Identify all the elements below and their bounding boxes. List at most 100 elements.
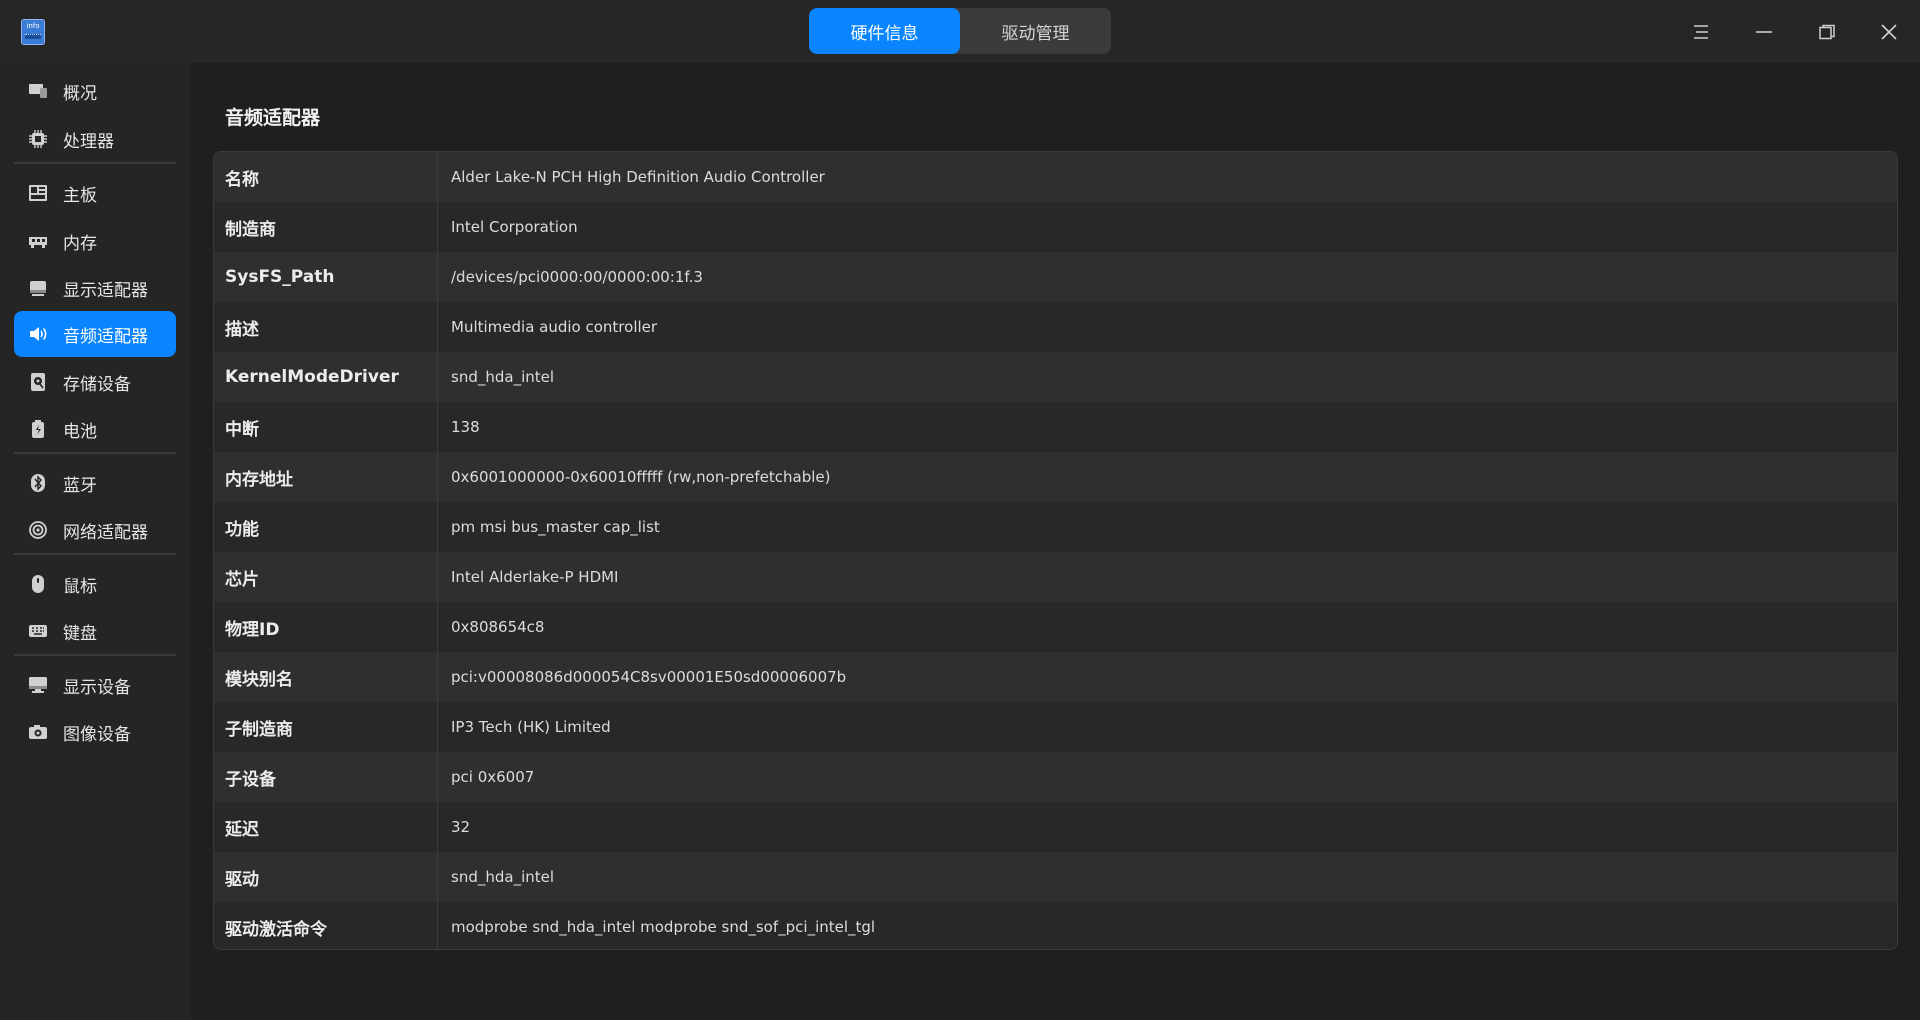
row-value: pm msi bus_master cap_list	[451, 518, 660, 536]
row-key: SysFS_Path	[214, 252, 438, 302]
device-manager-window: info 硬件信息 驱动管理 概况 处理器 主板 内存 显示适配器 音频适配器 …	[0, 0, 1920, 1020]
sidebar-item-storage[interactable]: 存储设备	[14, 359, 176, 405]
row-value: 0x6001000000-0x60010fffff (rw,non-prefet…	[451, 468, 831, 486]
minimize-icon[interactable]	[1748, 16, 1780, 48]
mouse-icon	[28, 574, 48, 594]
sidebar-item-label: 音频适配器	[63, 326, 148, 347]
row-key: 内存地址	[214, 452, 438, 502]
row-value: 0x808654c8	[451, 618, 545, 636]
sidebar-item-monitor[interactable]: 显示设备	[14, 662, 176, 708]
sidebar-item-label: 显示设备	[63, 677, 131, 698]
row-key: 延迟	[214, 802, 438, 852]
table-row: 驱动 snd_hda_intel	[214, 852, 1897, 902]
row-key: 子设备	[214, 752, 438, 802]
row-value: pci 0x6007	[451, 768, 535, 786]
sidebar-divider	[14, 162, 176, 164]
restore-icon[interactable]	[1811, 16, 1843, 48]
sidebar-divider	[14, 452, 176, 454]
keyboard-icon	[28, 621, 48, 641]
row-key: KernelModeDriver	[214, 352, 438, 402]
sidebar-item-camera[interactable]: 图像设备	[14, 709, 176, 755]
sidebar-divider	[14, 553, 176, 555]
row-key: 中断	[214, 402, 438, 452]
sidebar-item-label: 概况	[63, 83, 97, 104]
menu-icon[interactable]	[1685, 16, 1717, 48]
table-row: 驱动激活命令 modprobe snd_hda_intel modprobe sn…	[214, 902, 1897, 949]
table-row: 制造商 Intel Corporation	[214, 202, 1897, 252]
row-value: pci:v00008086d000054C8sv00001E50sd000060…	[451, 668, 847, 686]
row-value: Alder Lake-N PCH High Definition Audio C…	[451, 168, 825, 186]
row-value: snd_hda_intel	[451, 868, 555, 886]
sidebar-item-bluetooth[interactable]: 蓝牙	[14, 460, 176, 506]
row-value: Intel Alderlake-P HDMI	[451, 568, 619, 586]
row-key: 子制造商	[214, 702, 438, 752]
row-value: Intel Corporation	[451, 218, 578, 236]
camera-icon	[28, 722, 48, 742]
row-key: 芯片	[214, 552, 438, 602]
title-bar: info 硬件信息 驱动管理	[0, 0, 1920, 63]
table-row: 名称 Alder Lake-N PCH High Definition Audio…	[214, 152, 1897, 202]
table-row: 物理ID 0x808654c8	[214, 602, 1897, 652]
table-row: 功能 pm msi bus_master cap_list	[214, 502, 1897, 552]
row-key: 驱动	[214, 852, 438, 902]
sidebar-item-battery[interactable]: 电池	[14, 406, 176, 452]
sidebar-item-network[interactable]: 网络适配器	[14, 507, 176, 553]
sidebar-divider	[14, 654, 176, 656]
sidebar-item-memory[interactable]: 内存	[14, 218, 176, 264]
sidebar-item-label: 主板	[63, 185, 97, 206]
sidebar-item-overview[interactable]: 概况	[14, 68, 176, 114]
sidebar-item-display-adapter[interactable]: 显示适配器	[14, 265, 176, 311]
table-row: 延迟 32	[214, 802, 1897, 852]
cpu-icon	[28, 129, 48, 149]
table-row: SysFS_Path/devices/pci0000:00/0000:00:1f…	[214, 252, 1897, 302]
table-row: 内存地址 0x6001000000-0x60010fffff (rw,non-pr…	[214, 452, 1897, 502]
row-key: 功能	[214, 502, 438, 552]
table-row: 中断 138	[214, 402, 1897, 452]
row-value: /devices/pci0000:00/0000:00:1f.3	[451, 268, 703, 286]
row-value: IP3 Tech (HK) Limited	[451, 718, 611, 736]
sidebar-item-cpu[interactable]: 处理器	[14, 116, 176, 162]
table-row: 描述 Multimedia audio controller	[214, 302, 1897, 352]
app-icon-label: info	[26, 22, 40, 30]
row-value: 138	[451, 418, 480, 436]
sidebar-item-label: 显示适配器	[63, 280, 148, 301]
row-key: 模块别名	[214, 652, 438, 702]
monitor-icon	[28, 675, 48, 695]
row-value: 32	[451, 818, 471, 836]
sidebar-item-label: 处理器	[63, 131, 114, 152]
row-key: 描述	[214, 302, 438, 352]
sidebar-item-label: 网络适配器	[63, 522, 148, 543]
sidebar-item-label: 鼠标	[63, 576, 97, 597]
table-row: 模块别名 pci:v00008086d000054C8sv00001E50sd00…	[214, 652, 1897, 702]
network-icon	[28, 520, 48, 540]
row-value: snd_hda_intel	[451, 368, 555, 386]
table-row: 子制造商 IP3 Tech (HK) Limited	[214, 702, 1897, 752]
main-content: 音频适配器 名称 Alder Lake-N PCH High Definition…	[191, 63, 1920, 1020]
sidebar-item-motherboard[interactable]: 主板	[14, 170, 176, 216]
sidebar-item-keyboard[interactable]: 键盘	[14, 608, 176, 654]
display-adapter-icon	[28, 278, 48, 298]
row-value: modprobe snd_hda_intel modprobe snd_sof_…	[451, 918, 876, 936]
sidebar: 概况 处理器 主板 内存 显示适配器 音频适配器 存储设备 电池 蓝牙 网络适配…	[0, 63, 191, 1020]
overview-icon	[28, 81, 48, 101]
close-icon[interactable]	[1873, 16, 1905, 48]
app-icon-chip	[25, 34, 41, 39]
page-title: 音频适配器	[225, 107, 321, 129]
row-key: 名称	[214, 152, 438, 202]
table-row: 芯片 Intel Alderlake-P HDMI	[214, 552, 1897, 602]
row-value: Multimedia audio controller	[451, 318, 658, 336]
sidebar-item-audio-adapter[interactable]: 音频适配器	[14, 311, 176, 357]
device-info-table: 名称 Alder Lake-N PCH High Definition Audio…	[213, 151, 1898, 950]
sidebar-item-mouse[interactable]: 鼠标	[14, 561, 176, 607]
speaker-icon	[28, 324, 48, 344]
table-row: 子设备 pci 0x6007	[214, 752, 1897, 802]
sidebar-item-label: 内存	[63, 233, 97, 254]
row-key: 物理ID	[214, 602, 438, 652]
sidebar-item-label: 图像设备	[63, 724, 131, 745]
battery-icon	[28, 419, 48, 439]
sidebar-item-label: 存储设备	[63, 374, 131, 395]
view-switcher: 硬件信息 驱动管理	[809, 8, 1111, 54]
sidebar-item-label: 蓝牙	[63, 475, 97, 496]
tab-hardware-info[interactable]: 硬件信息	[809, 8, 960, 54]
tab-driver-management[interactable]: 驱动管理	[960, 8, 1111, 54]
